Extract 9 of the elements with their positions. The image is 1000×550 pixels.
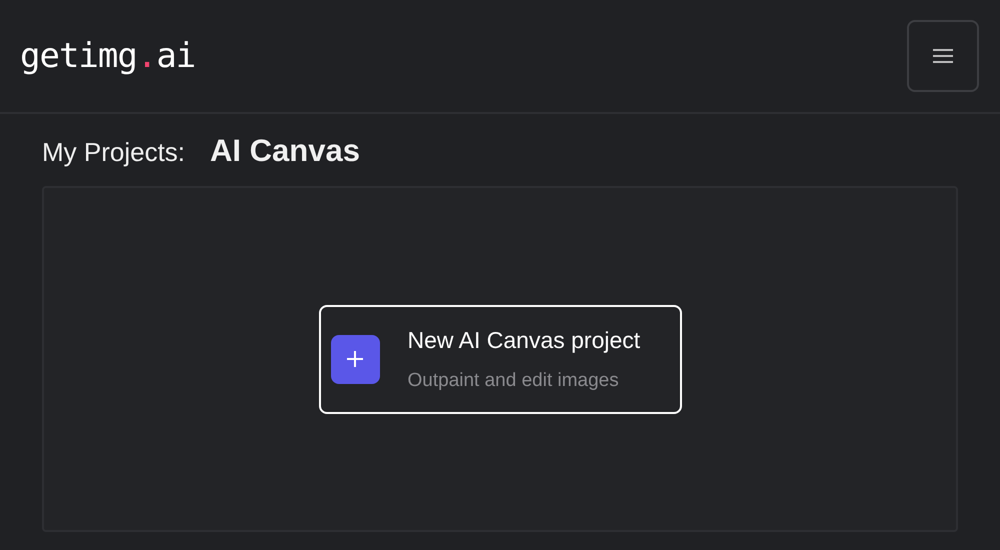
new-project-card[interactable]: New AI Canvas project Outpaint and edit images — [318, 304, 682, 414]
card-title: New AI Canvas project — [408, 326, 640, 355]
logo[interactable]: getimg.ai — [20, 30, 196, 82]
menu-icon — [932, 48, 954, 64]
breadcrumb-label: My Projects: — [42, 136, 186, 169]
menu-button[interactable] — [907, 20, 979, 92]
plus-icon — [330, 334, 380, 384]
page-title: AI Canvas — [210, 132, 360, 170]
card-subtitle: Outpaint and edit images — [408, 369, 620, 393]
